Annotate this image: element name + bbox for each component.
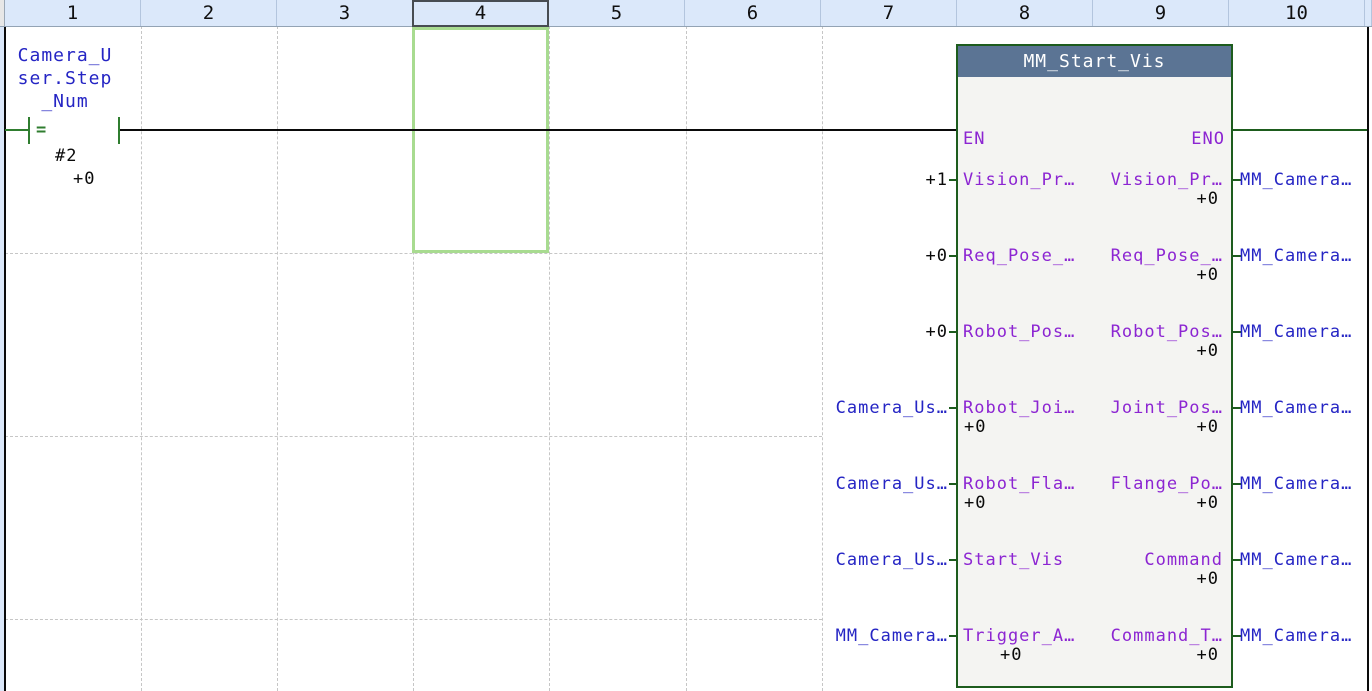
fb-left-pin-tick	[949, 331, 957, 333]
grid-vline	[277, 26, 278, 691]
contact-operator[interactable]: =	[36, 119, 47, 141]
fb-left-operand[interactable]: +1	[690, 169, 948, 191]
grid-vline	[686, 26, 687, 691]
fb-eno-pin[interactable]: ENO	[1100, 128, 1225, 150]
fb-right-operand[interactable]: MM_Camera…	[1240, 473, 1366, 495]
fb-input-monitor-value: +0	[964, 416, 986, 438]
wire-rail-to-contact	[5, 129, 28, 131]
ladder-editor-canvas: 12345678910 Camera_User.Step_Num = #2 +0…	[0, 0, 1372, 691]
contact-left-bar	[28, 117, 30, 144]
fb-output-monitor-value: +0	[1100, 644, 1219, 666]
fb-left-pin-tick	[949, 179, 957, 181]
fb-left-operand[interactable]: Camera_Us…	[690, 549, 948, 571]
column-header-cell-extra	[1367, 0, 1372, 26]
column-header-cell-9[interactable]: 9	[1093, 0, 1229, 26]
right-power-rail	[1367, 26, 1369, 691]
contact-right-bar	[118, 117, 120, 144]
grid-vline	[549, 26, 550, 691]
grid-vline	[822, 26, 823, 691]
fb-left-operand[interactable]: +0	[690, 321, 948, 343]
fb-left-pin-tick	[949, 559, 957, 561]
column-header-cell-5[interactable]: 5	[549, 0, 685, 26]
fb-output-monitor-value: +0	[1100, 188, 1219, 210]
contact-variable-label[interactable]: Camera_User.Step_Num	[17, 44, 113, 113]
fb-left-operand[interactable]: Camera_Us…	[690, 397, 948, 419]
fb-left-operand[interactable]: MM_Camera…	[690, 625, 948, 647]
contact-operand[interactable]: #2	[55, 145, 77, 167]
fb-left-pin-tick	[949, 635, 957, 637]
grid-hline	[5, 436, 822, 437]
fb-output-monitor-value: +0	[1100, 264, 1219, 286]
column-header-row: 12345678910	[0, 0, 1372, 27]
function-block-title[interactable]: MM_Start_Vis	[958, 46, 1231, 77]
fb-left-pin-tick	[949, 407, 957, 409]
fb-right-operand[interactable]: MM_Camera…	[1240, 245, 1366, 267]
fb-left-operand[interactable]: Camera_Us…	[690, 473, 948, 495]
fb-right-operand[interactable]: MM_Camera…	[1240, 169, 1366, 191]
fb-left-pin-tick	[949, 483, 957, 485]
fb-input-monitor-value: +0	[1000, 644, 1022, 666]
fb-en-pin[interactable]: EN	[963, 128, 985, 150]
column-header-cell-1[interactable]: 1	[5, 0, 141, 26]
fb-output-monitor-value: +0	[1100, 416, 1219, 438]
left-power-rail	[4, 26, 6, 691]
fb-left-operand[interactable]: +0	[690, 245, 948, 267]
column-header-cell-7[interactable]: 7	[821, 0, 957, 26]
column-header-cell-10[interactable]: 10	[1229, 0, 1365, 26]
fb-right-operand[interactable]: MM_Camera…	[1240, 625, 1366, 647]
column-header-cell-8[interactable]: 8	[957, 0, 1093, 26]
grid-hline	[5, 619, 822, 620]
fb-right-operand[interactable]: MM_Camera…	[1240, 549, 1366, 571]
selected-column-header-outline	[412, 0, 549, 27]
edit-cursor-selection	[412, 27, 549, 253]
wire-eno-to-rail	[1233, 129, 1367, 131]
fb-right-operand[interactable]: MM_Camera…	[1240, 397, 1366, 419]
column-header-cell-3[interactable]: 3	[277, 0, 413, 26]
fb-right-operand[interactable]: MM_Camera…	[1240, 321, 1366, 343]
wire-contact-to-block	[120, 129, 956, 131]
fb-input-monitor-value: +0	[964, 492, 986, 514]
fb-output-monitor-value: +0	[1100, 568, 1219, 590]
column-header-cell-6[interactable]: 6	[685, 0, 821, 26]
fb-left-pin-tick	[949, 255, 957, 257]
fb-output-monitor-value: +0	[1100, 340, 1219, 362]
contact-monitor-value: +0	[73, 168, 95, 190]
grid-vline	[141, 26, 142, 691]
fb-output-monitor-value: +0	[1100, 492, 1219, 514]
column-header-cell-2[interactable]: 2	[141, 0, 277, 26]
